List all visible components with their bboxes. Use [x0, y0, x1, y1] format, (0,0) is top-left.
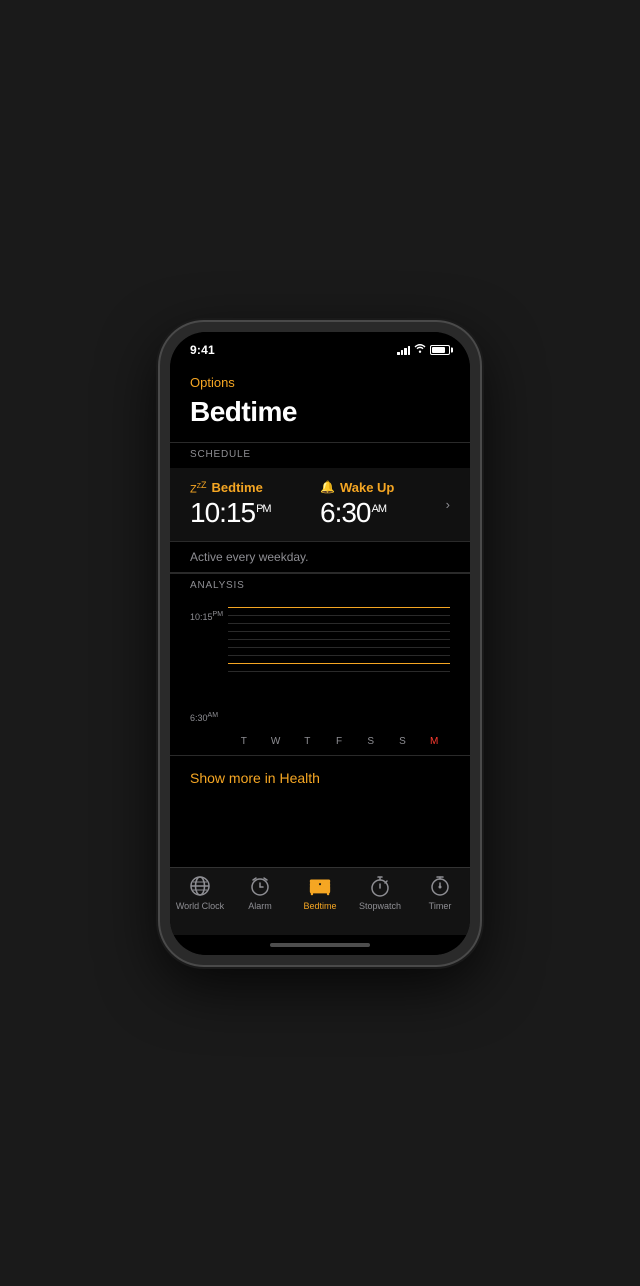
wakeup-label-row: 🔔 Wake Up [320, 480, 438, 495]
active-text: Active every weekday. [170, 542, 470, 573]
timer-icon [428, 874, 452, 898]
chart-bottom-label: 6:30AM [190, 712, 218, 723]
day-S1: S [355, 736, 387, 747]
tab-bar: World Clock Alarm [170, 867, 470, 935]
chart-line-4 [228, 639, 450, 640]
alarm-icon [248, 874, 272, 898]
tab-bedtime[interactable]: Bedtime [290, 874, 350, 911]
tab-timer[interactable]: Timer [410, 874, 470, 911]
stopwatch-label: Stopwatch [359, 901, 401, 911]
wakeup-time: 6:30AM [320, 497, 438, 529]
bedtime-label-row: ZZZ Bedtime [190, 480, 320, 496]
day-T1: T [228, 736, 260, 747]
chart-line-1 [228, 615, 450, 616]
chart-container: 10:15PM 6:30AM [170, 599, 470, 755]
options-link[interactable]: Options [170, 362, 470, 396]
show-more-text: Show more in Health [190, 770, 320, 786]
stopwatch-icon [368, 874, 392, 898]
day-W: W [260, 736, 292, 747]
show-more-health[interactable]: Show more in Health [170, 755, 470, 802]
wifi-icon [414, 343, 426, 356]
options-text: Options [190, 375, 235, 390]
schedule-row[interactable]: ZZZ Bedtime 10:15PM 🔔 Wake Up 6: [170, 468, 470, 543]
chart-top-label: 10:15PM [190, 611, 223, 622]
home-bar [270, 943, 370, 947]
world-clock-label: World Clock [176, 901, 224, 911]
status-icons [397, 343, 450, 356]
bedtime-time: 10:15PM [190, 497, 320, 529]
phone-frame: 9:41 [160, 322, 480, 965]
phone-screen: 9:41 [170, 332, 470, 955]
bedtime-label: Bedtime [212, 480, 263, 495]
schedule-chevron-icon: › [446, 497, 450, 512]
chart-lines-area [228, 607, 450, 727]
tab-alarm[interactable]: Alarm [230, 874, 290, 911]
timer-label: Timer [429, 901, 452, 911]
chart-line-5 [228, 647, 450, 648]
bedtime-tab-label: Bedtime [303, 901, 336, 911]
chart-line-2 [228, 623, 450, 624]
page-title: Bedtime [170, 396, 470, 442]
chart-top-orange-line [228, 607, 450, 608]
bedtime-info: ZZZ Bedtime 10:15PM [190, 480, 320, 530]
day-T2: T [291, 736, 323, 747]
chart-line-7 [228, 671, 450, 672]
day-M: M [418, 736, 450, 747]
zzz-icon: ZZZ [190, 480, 207, 496]
alarm-label: Alarm [248, 901, 272, 911]
chart-line-6 [228, 655, 450, 656]
wakeup-info: 🔔 Wake Up 6:30AM › [320, 480, 450, 529]
notch [260, 332, 380, 354]
bedtime-tab-icon [308, 874, 332, 898]
bell-icon: 🔔 [320, 480, 335, 494]
wakeup-label: Wake Up [340, 480, 394, 495]
content-spacer [170, 802, 470, 866]
world-clock-icon [188, 874, 212, 898]
day-S2: S [387, 736, 419, 747]
chart-line-3 [228, 631, 450, 632]
analysis-section-header: ANALYSIS [170, 573, 470, 599]
tab-world-clock[interactable]: World Clock [170, 874, 230, 911]
main-content: Options Bedtime SCHEDULE ZZZ Bedtime 10:… [170, 362, 470, 867]
day-F: F [323, 736, 355, 747]
schedule-section-header: SCHEDULE [170, 442, 470, 468]
signal-bars-icon [397, 345, 410, 355]
battery-icon [430, 345, 450, 355]
chart-bottom-orange-line [228, 663, 450, 664]
days-row: T W T F S S M [228, 736, 450, 747]
tab-stopwatch[interactable]: Stopwatch [350, 874, 410, 911]
home-indicator [170, 935, 470, 955]
status-time: 9:41 [190, 343, 215, 357]
